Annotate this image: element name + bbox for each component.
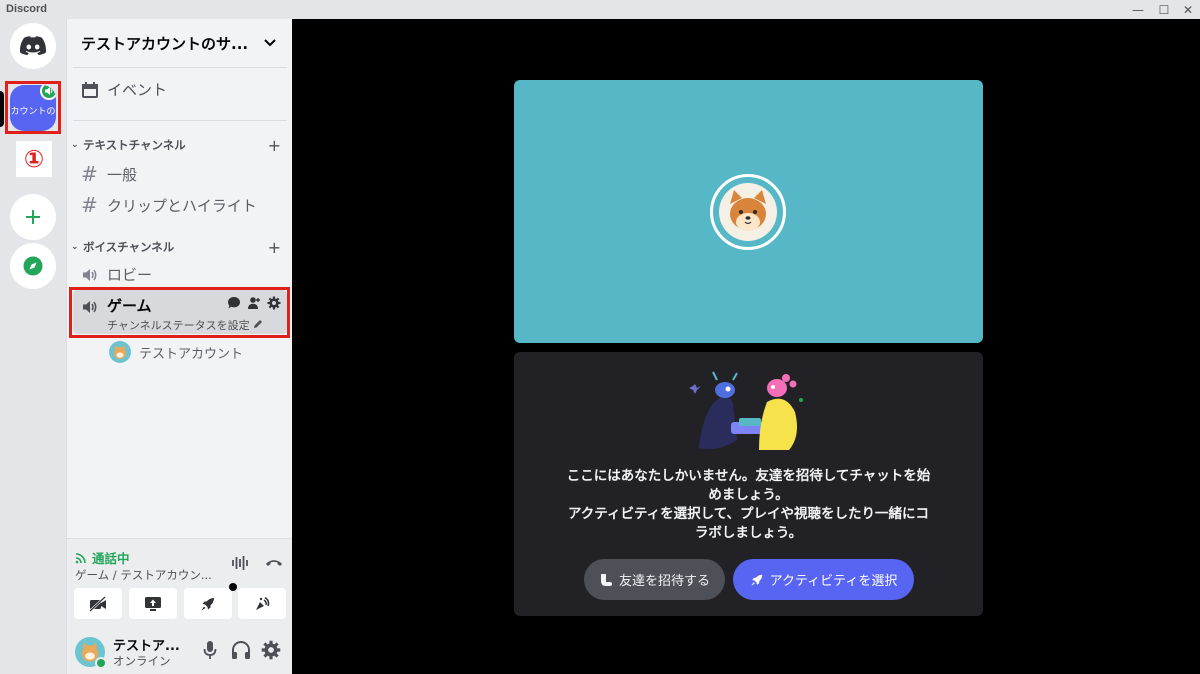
shiba-avatar-icon — [719, 183, 777, 241]
rocket-icon — [750, 574, 762, 586]
channel-sidebar: テストアカウントのサ... イベント ⌄ テキストチャンネル + # 一般 # … — [66, 19, 293, 674]
server-header[interactable]: テストアカウントのサ... — [67, 19, 293, 67]
participant-avatar — [710, 174, 786, 250]
user-status: オンライン — [113, 654, 171, 668]
selected-server-indicator — [0, 91, 4, 127]
title-bar: Discord — ☐ ✕ — [0, 0, 1200, 19]
voice-member[interactable]: テストアカウント — [109, 341, 243, 363]
close-button[interactable]: ✕ — [1174, 0, 1200, 19]
voice-channels-category[interactable]: ⌄ ボイスチャンネル + — [71, 238, 285, 257]
server-name: テストアカウントのサ... — [81, 34, 249, 53]
choose-activity-label: アクティビティを選択 — [769, 574, 898, 589]
compass-icon — [23, 256, 43, 276]
camera-off-button[interactable] — [74, 588, 122, 619]
empty-call-card: ここにはあなたしかいません。友達を招待してチャットを始 めましょう。 アクティビ… — [514, 352, 983, 616]
avatar — [109, 341, 131, 363]
channel-label: 一般 — [107, 165, 138, 184]
voice-connected-label: 通話中 — [92, 551, 130, 566]
soundboard-icon — [256, 596, 270, 610]
text-channels-category[interactable]: ⌄ テキストチャンネル + — [71, 136, 285, 155]
add-channel-icon[interactable]: + — [268, 238, 281, 257]
annotation-box-1 — [5, 81, 61, 134]
discord-logo-icon — [20, 36, 46, 56]
online-status-dot — [95, 657, 107, 669]
events-label: イベント — [107, 81, 168, 99]
hash-icon: # — [81, 193, 98, 217]
headphones-icon[interactable] — [231, 640, 251, 660]
chevron-down-icon: ⌄ — [71, 242, 79, 252]
activity-button[interactable] — [184, 583, 237, 619]
annotation-number-1: ① — [16, 141, 52, 177]
microphone-icon[interactable] — [203, 640, 217, 660]
chevron-down-icon — [264, 39, 276, 47]
divider — [73, 67, 287, 68]
user-panel: テストア... オンライン — [67, 628, 293, 674]
explore-servers-button[interactable] — [10, 243, 56, 289]
invite-hand-icon — [600, 573, 612, 586]
hang-up-icon[interactable] — [265, 555, 283, 571]
signal-icon — [75, 553, 86, 564]
plus-icon — [26, 210, 40, 224]
message-line: ラボしましょう。 — [694, 525, 803, 541]
rocket-icon — [201, 597, 214, 610]
speaker-icon — [83, 268, 97, 281]
voice-connected-status[interactable]: 通話中 — [75, 548, 130, 567]
participant-tile[interactable] — [514, 80, 983, 343]
divider — [73, 120, 287, 121]
choose-activity-button[interactable]: アクティビティを選択 — [733, 559, 914, 600]
empty-call-message: ここにはあなたしかいません。友達を招待してチャットを始 めましょう。 アクティビ… — [534, 467, 963, 543]
noise-suppression-icon[interactable] — [231, 555, 249, 571]
invite-friends-label: 友達を招待する — [618, 574, 710, 589]
voice-connection-panel: 通話中 ゲーム / テストアカウン... — [67, 538, 293, 628]
events-link[interactable]: イベント — [81, 79, 167, 100]
screen-share-icon — [145, 596, 161, 611]
gear-icon[interactable] — [261, 640, 281, 660]
discord-home-button[interactable] — [10, 23, 56, 69]
characters-illustration — [689, 371, 803, 450]
message-line: めましょう。 — [708, 487, 789, 503]
calendar-icon — [82, 81, 98, 98]
soundboard-button[interactable] — [238, 588, 286, 619]
category-label: テキストチャンネル — [83, 138, 186, 152]
channel-lobby[interactable]: ロビー — [81, 264, 152, 285]
voice-member-name: テストアカウント — [139, 346, 244, 362]
annotation-box-2 — [69, 287, 290, 338]
voice-channel-path[interactable]: ゲーム / テストアカウン... — [75, 567, 212, 583]
add-channel-icon[interactable]: + — [268, 136, 281, 155]
add-server-button[interactable] — [10, 194, 56, 240]
category-label: ボイスチャンネル — [83, 240, 175, 254]
channel-clips[interactable]: # クリップとハイライト — [81, 193, 257, 217]
channel-label: クリップとハイライト — [107, 196, 257, 215]
message-line: アクティビティを選択して、プレイや視聴をしたり一緒にコ — [567, 506, 930, 522]
chevron-down-icon: ⌄ — [71, 140, 79, 150]
invite-friends-button[interactable]: 友達を招待する — [584, 559, 725, 600]
channel-label: ロビー — [107, 266, 153, 284]
hash-icon: # — [81, 162, 98, 186]
app-title: Discord — [6, 3, 47, 15]
camera-off-icon — [89, 595, 106, 612]
minimize-button[interactable]: — — [1124, 0, 1152, 19]
notification-dot — [229, 583, 237, 591]
server-rail: カウントの ① — [0, 19, 66, 674]
user-name[interactable]: テストア... — [113, 635, 180, 654]
screen-share-button[interactable] — [129, 588, 177, 619]
message-line: ここにはあなたしかいません。友達を招待してチャットを始 — [566, 468, 931, 484]
channel-general[interactable]: # 一般 — [81, 162, 137, 186]
voice-stage: ここにはあなたしかいません。友達を招待してチャットを始 めましょう。 アクティビ… — [292, 19, 1200, 674]
